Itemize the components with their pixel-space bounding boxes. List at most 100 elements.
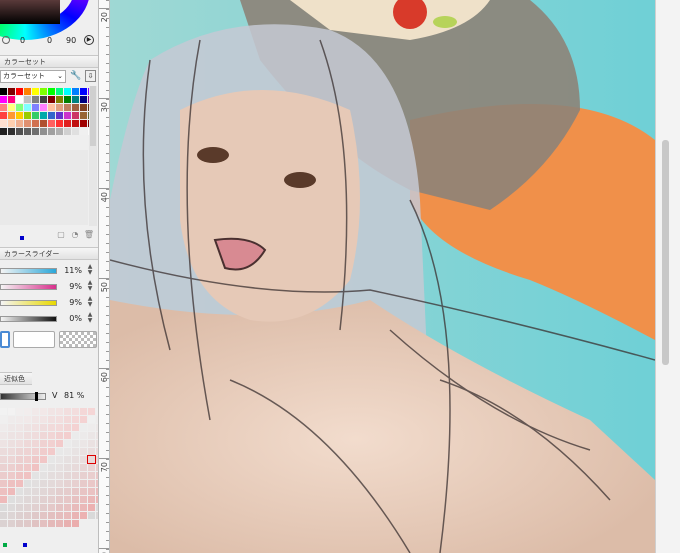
color-swatch[interactable] — [0, 128, 7, 135]
approx-color-cell[interactable] — [72, 480, 79, 487]
slider-track[interactable] — [0, 300, 57, 306]
approx-color-cell[interactable] — [8, 440, 15, 447]
color-swatch[interactable] — [48, 104, 55, 111]
color-swatch[interactable] — [0, 120, 7, 127]
color-swatch[interactable] — [80, 88, 87, 95]
slider-value[interactable]: 9% — [60, 298, 82, 307]
approx-color-cell[interactable] — [16, 408, 23, 415]
color-swatch[interactable] — [56, 96, 63, 103]
approx-color-cell[interactable] — [56, 520, 63, 527]
approx-color-cell[interactable] — [40, 440, 47, 447]
approx-color-cell[interactable] — [48, 448, 55, 455]
approx-color-cell[interactable] — [0, 408, 7, 415]
color-swatch[interactable] — [64, 112, 71, 119]
approx-color-cell[interactable] — [40, 464, 47, 471]
approx-color-cell[interactable] — [8, 472, 15, 479]
wheel-button-1[interactable] — [2, 36, 10, 44]
approx-color-cell[interactable] — [0, 480, 7, 487]
transparent-color-box[interactable] — [59, 331, 97, 348]
approx-color-cell[interactable] — [0, 448, 7, 455]
approx-color-cell[interactable] — [80, 480, 87, 487]
color-swatch[interactable] — [40, 104, 47, 111]
approx-color-cell[interactable] — [80, 424, 87, 431]
color-swatch[interactable] — [16, 96, 23, 103]
approx-color-cell[interactable] — [24, 448, 31, 455]
color-swatch[interactable] — [24, 112, 31, 119]
approx-color-cell[interactable] — [88, 408, 95, 415]
approx-color-cell[interactable] — [16, 488, 23, 495]
approx-color-cell[interactable] — [0, 496, 7, 503]
approx-color-cell[interactable] — [24, 456, 31, 463]
scrollbar-thumb[interactable] — [662, 140, 669, 365]
approx-color-cell[interactable] — [64, 472, 71, 479]
approx-color-cell[interactable] — [80, 416, 87, 423]
approx-color-cell[interactable] — [0, 424, 7, 431]
approx-color-cell[interactable] — [48, 464, 55, 471]
approx-color-cell[interactable] — [40, 448, 47, 455]
approx-color-cell[interactable] — [80, 496, 87, 503]
color-swatch[interactable] — [64, 128, 71, 135]
approx-color-cell[interactable] — [40, 408, 47, 415]
approx-color-cell[interactable] — [24, 432, 31, 439]
approx-color-cell[interactable] — [72, 512, 79, 519]
approx-color-cell[interactable] — [48, 512, 55, 519]
page-icon[interactable]: ▢ — [56, 229, 66, 239]
approx-color-cell[interactable] — [88, 504, 95, 511]
approx-color-cell[interactable] — [56, 504, 63, 511]
approx-color-cell[interactable] — [32, 488, 39, 495]
approx-color-cell[interactable] — [40, 504, 47, 511]
canvas-vertical-scrollbar[interactable] — [655, 0, 680, 553]
approx-color-cell[interactable] — [40, 456, 47, 463]
color-swatch[interactable] — [16, 128, 23, 135]
approx-color-cell[interactable] — [8, 504, 15, 511]
approx-color-cell[interactable] — [48, 432, 55, 439]
approx-color-cell[interactable] — [0, 512, 7, 519]
approx-color-cell[interactable] — [80, 408, 87, 415]
spinner-icon[interactable]: ▲ ▼ — [85, 280, 95, 293]
approx-color-cell[interactable] — [80, 504, 87, 511]
color-swatch[interactable] — [56, 88, 63, 95]
approx-color-cell[interactable] — [24, 512, 31, 519]
approx-color-cell[interactable] — [48, 408, 55, 415]
approx-color-cell[interactable] — [72, 448, 79, 455]
color-swatch[interactable] — [80, 120, 87, 127]
wrench-icon[interactable]: 🔧 — [70, 70, 82, 82]
approx-color-cell[interactable] — [0, 464, 7, 471]
approx-color-cell[interactable] — [16, 496, 23, 503]
approx-color-cell[interactable] — [80, 472, 87, 479]
color-swatch[interactable] — [80, 104, 87, 111]
import-icon[interactable]: ⇩ — [85, 70, 96, 82]
approx-color-cell[interactable] — [24, 416, 31, 423]
approx-color-cell[interactable] — [24, 488, 31, 495]
color-set-dropdown[interactable]: カラーセット ⌄ — [0, 70, 66, 83]
approx-color-cell[interactable] — [40, 416, 47, 423]
color-swatch[interactable] — [32, 112, 39, 119]
approx-color-cell[interactable] — [0, 520, 7, 527]
approx-color-cell[interactable] — [72, 520, 79, 527]
approx-color-cell[interactable] — [88, 472, 95, 479]
approx-color-cell[interactable] — [64, 456, 71, 463]
approx-color-cell[interactable] — [32, 464, 39, 471]
slider-track[interactable] — [0, 316, 57, 322]
approx-color-cell[interactable] — [32, 432, 39, 439]
approx-color-grid[interactable] — [0, 408, 98, 536]
approx-color-cell[interactable] — [56, 512, 63, 519]
color-swatch[interactable] — [32, 128, 39, 135]
color-swatch[interactable] — [56, 112, 63, 119]
color-swatch[interactable] — [8, 128, 15, 135]
approx-color-cell[interactable] — [40, 488, 47, 495]
approx-color-cell[interactable] — [32, 456, 39, 463]
approx-color-cell[interactable] — [64, 480, 71, 487]
color-swatch[interactable] — [32, 96, 39, 103]
approx-color-cell[interactable] — [8, 432, 15, 439]
color-swatch[interactable] — [64, 120, 71, 127]
approx-color-cell[interactable] — [0, 416, 7, 423]
approx-color-cell[interactable] — [16, 504, 23, 511]
approx-color-cell[interactable] — [0, 456, 7, 463]
approx-color-cell[interactable] — [72, 440, 79, 447]
slider-value[interactable]: 9% — [60, 282, 82, 291]
color-swatch[interactable] — [40, 112, 47, 119]
color-swatch[interactable] — [40, 128, 47, 135]
slider-track[interactable] — [0, 284, 57, 290]
color-swatch[interactable] — [8, 120, 15, 127]
